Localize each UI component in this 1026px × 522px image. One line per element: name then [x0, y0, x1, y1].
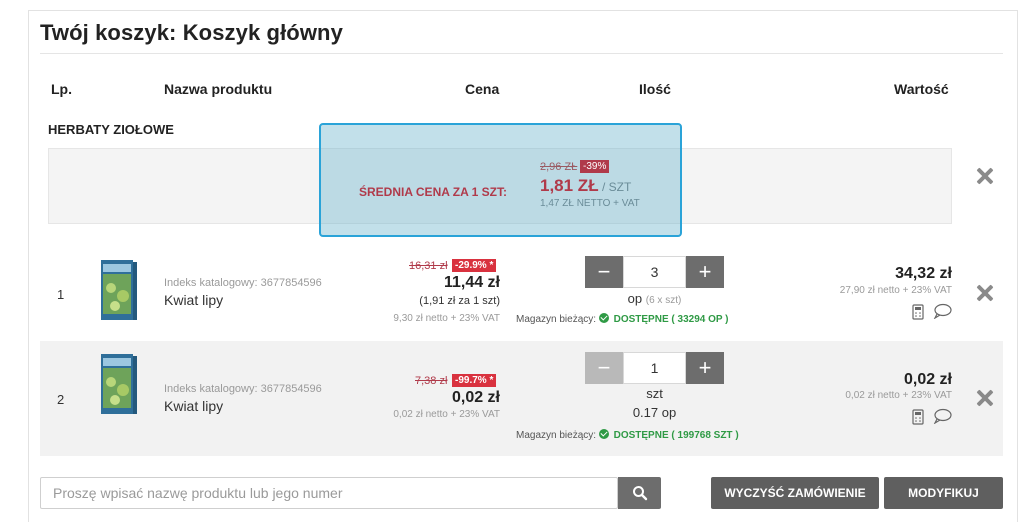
comment-icon[interactable] — [933, 408, 952, 424]
old-price: 16,31 zł — [409, 260, 448, 272]
catalog-index: Indeks katalogowy: 3677854596 — [164, 383, 322, 395]
average-old-price: 2,96 ZŁ — [540, 161, 578, 173]
stock-status: Magazyn bieżący: DOSTĘPNE ( 199768 SZT ) — [516, 428, 739, 441]
catalog-index: Indeks katalogowy: 3677854596 — [164, 277, 322, 289]
unit-conversion: 0.17 op — [632, 405, 677, 420]
average-price-unit: / SZT — [602, 180, 632, 194]
check-icon — [598, 313, 609, 323]
discount-badge: -29.9% * — [452, 259, 497, 272]
old-price: 7,38 zł — [415, 375, 448, 387]
remove-category-icon[interactable] — [975, 166, 995, 186]
stock-availability: DOSTĘPNE ( 199768 SZT ) — [613, 430, 739, 441]
unit-label: op — [627, 291, 643, 306]
modify-button[interactable]: MODYFIKUJ — [884, 477, 1003, 509]
stock-availability: DOSTĘPNE ( 33294 OP ) — [613, 314, 729, 325]
search-button[interactable] — [618, 477, 661, 509]
quantity-unit: op (6 x szt) — [585, 291, 724, 306]
average-price-label: ŚREDNIA CENA ZA 1 SZT: — [359, 185, 508, 199]
check-icon — [598, 429, 609, 439]
header-name: Nazwa produktu — [164, 81, 273, 97]
product-thumbnail[interactable] — [97, 352, 139, 418]
category-label: HERBATY ZIOŁOWE — [48, 122, 174, 137]
unit-pack-size: (6 x szt) — [645, 295, 682, 306]
price-netto: 0,02 zł netto + 23% VAT — [393, 409, 500, 420]
price-per-piece: (1,91 zł za 1 szt) — [419, 295, 500, 307]
line-value: 0,02 zł — [903, 371, 952, 388]
header-value: Wartość — [894, 81, 949, 97]
product-search-input[interactable] — [40, 477, 618, 509]
comment-icon[interactable] — [933, 303, 952, 319]
line-value-netto: 0,02 zł netto + 23% VAT — [845, 390, 952, 401]
row-number: 2 — [57, 392, 65, 407]
decrease-button[interactable]: − — [585, 256, 623, 288]
header-lp: Lp. — [51, 81, 72, 97]
quantity-stepper: − 3 + — [585, 256, 724, 288]
product-name[interactable]: Kwiat lipy — [164, 398, 223, 414]
quantity-input[interactable]: 3 — [623, 256, 686, 288]
stock-status: Magazyn bieżący: DOSTĘPNE ( 33294 OP ) — [516, 312, 728, 325]
average-price: 1,81 ZŁ — [540, 176, 599, 195]
average-discount-badge: -39% — [580, 160, 610, 173]
stock-label: Magazyn bieżący: — [516, 430, 597, 441]
line-value: 34,32 zł — [895, 265, 952, 282]
clear-order-button[interactable]: WYCZYŚĆ ZAMÓWIENIE — [711, 477, 879, 509]
line-value-netto: 27,90 zł netto + 23% VAT — [839, 285, 952, 296]
header-qty: Ilość — [639, 81, 671, 97]
unit-label: szt — [646, 386, 663, 401]
calculator-icon[interactable] — [910, 409, 926, 425]
price-netto: 9,30 zł netto + 23% VAT — [393, 313, 500, 324]
remove-item-icon[interactable] — [975, 388, 995, 408]
increase-button[interactable]: + — [686, 256, 724, 288]
stock-label: Magazyn bieżący: — [516, 314, 597, 325]
header-price: Cena — [465, 81, 500, 97]
search-icon — [632, 486, 647, 501]
increase-button[interactable]: + — [686, 352, 724, 384]
page-title: Twój koszyk: Koszyk główny — [40, 20, 343, 45]
title-divider — [40, 53, 1003, 54]
unit-price: 0,02 zł — [451, 389, 500, 406]
remove-item-icon[interactable] — [975, 283, 995, 303]
quantity-input[interactable]: 1 — [623, 352, 686, 384]
row-number: 1 — [57, 287, 65, 302]
product-thumbnail[interactable] — [97, 258, 139, 324]
product-name[interactable]: Kwiat lipy — [164, 292, 223, 308]
decrease-button[interactable]: − — [585, 352, 623, 384]
unit-price: 11,44 zł — [443, 274, 500, 291]
discount-badge: -99.7% * — [452, 374, 497, 387]
calculator-icon[interactable] — [910, 304, 926, 320]
quantity-stepper: − 1 + — [585, 352, 724, 384]
average-price-netto: 1,47 ZŁ NETTO + VAT — [540, 198, 640, 209]
